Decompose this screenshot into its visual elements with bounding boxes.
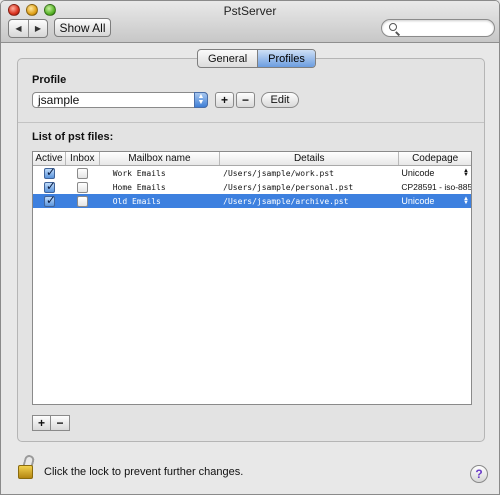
profile-label: Profile <box>32 74 67 86</box>
codepage-value: Unicode <box>401 168 435 178</box>
show-all-button[interactable]: Show All <box>54 18 111 37</box>
codepage-value: Unicode <box>401 196 435 206</box>
table-header: Active Inbox Mailbox name Details Codepa… <box>33 152 471 166</box>
inbox-checkbox[interactable] <box>77 167 89 179</box>
inbox-cell <box>66 194 100 208</box>
back-forward-control: ◀ ▶ <box>8 19 48 38</box>
mailbox-name-cell: Old Emails <box>112 196 161 206</box>
active-checkbox[interactable] <box>43 180 56 193</box>
search-field[interactable] <box>381 19 495 37</box>
popup-arrows-icon: ▲ ▼ <box>463 168 469 178</box>
tab-bar: General Profiles <box>197 49 316 68</box>
profile-popup-value: jsample <box>38 93 80 107</box>
codepage-popup[interactable]: CP28591 - iso-8859-1▲▼ <box>399 180 471 194</box>
tab-general[interactable]: General <box>198 50 257 67</box>
add-pst-button[interactable]: + <box>32 415 51 431</box>
remove-profile-button[interactable]: − <box>236 92 255 108</box>
edit-profile-button[interactable]: Edit <box>261 92 299 108</box>
back-arrow-icon: ◀ <box>15 24 22 33</box>
inbox-checkbox[interactable] <box>77 181 89 193</box>
remove-pst-button[interactable]: − <box>51 415 70 431</box>
active-cell <box>33 180 66 194</box>
column-header-codepage[interactable]: Codepage <box>399 152 471 165</box>
table-row[interactable]: Home Emails /Users/jsample/personal.pst … <box>33 180 471 194</box>
pst-files-table[interactable]: Active Inbox Mailbox name Details Codepa… <box>32 151 472 405</box>
lock-message: Click the lock to prevent further change… <box>44 466 244 478</box>
active-cell <box>33 194 66 208</box>
help-button[interactable]: ? <box>470 465 488 483</box>
codepage-popup[interactable]: Unicode ▲ ▼ <box>399 166 471 180</box>
details-cell: /Users/jsample/work.pst <box>223 168 334 178</box>
active-checkbox[interactable] <box>43 194 56 207</box>
column-header-mailbox-name[interactable]: Mailbox name <box>100 152 221 165</box>
forward-arrow-icon: ▶ <box>34 24 42 33</box>
tab-profiles[interactable]: Profiles <box>257 50 315 67</box>
codepage-popup[interactable]: Unicode ▲ ▼ <box>399 194 471 208</box>
details-cell: /Users/jsample/archive.pst <box>223 196 349 206</box>
mailbox-name-cell: Work Emails <box>112 168 166 178</box>
list-add-remove-control: + − <box>32 415 70 431</box>
column-header-inbox[interactable]: Inbox <box>66 152 100 165</box>
toolbar: PstServer ◀ ▶ Show All <box>1 1 499 43</box>
add-profile-button[interactable]: + <box>215 92 234 108</box>
popup-arrows-icon: ▲ ▼ <box>463 196 469 206</box>
popup-arrows-icon: ▲ ▼ <box>194 92 208 108</box>
table-row-selected[interactable]: Old Emails /Users/jsample/archive.pst Un… <box>33 194 471 208</box>
inbox-checkbox[interactable] <box>77 195 89 207</box>
window-title: PstServer <box>223 4 277 18</box>
column-header-details[interactable]: Details <box>220 152 400 165</box>
active-checkbox[interactable] <box>43 166 56 179</box>
profiles-panel: Profile jsample ▲ ▼ + − Edit List of pst … <box>17 58 485 442</box>
lock-icon[interactable] <box>17 453 37 481</box>
mailbox-name-cell: Home Emails <box>112 182 166 192</box>
pst-list-label: List of pst files: <box>32 131 114 143</box>
inbox-cell <box>66 166 100 180</box>
column-header-active[interactable]: Active <box>33 152 66 165</box>
forward-button[interactable]: ▶ <box>28 20 47 37</box>
inbox-cell <box>66 180 100 194</box>
codepage-value: CP28591 - iso-8859-1 <box>401 182 471 192</box>
preferences-window: PstServer ◀ ▶ Show All General Profiles … <box>0 0 500 495</box>
profile-popup[interactable]: jsample ▲ ▼ <box>32 92 208 108</box>
active-cell <box>33 166 66 180</box>
table-row[interactable]: Work Emails /Users/jsample/work.pst Unic… <box>33 166 471 180</box>
lock-body <box>18 465 33 479</box>
divider <box>18 122 484 123</box>
search-icon <box>389 23 397 31</box>
details-cell: /Users/jsample/personal.pst <box>223 182 354 192</box>
back-button[interactable]: ◀ <box>9 20 28 37</box>
